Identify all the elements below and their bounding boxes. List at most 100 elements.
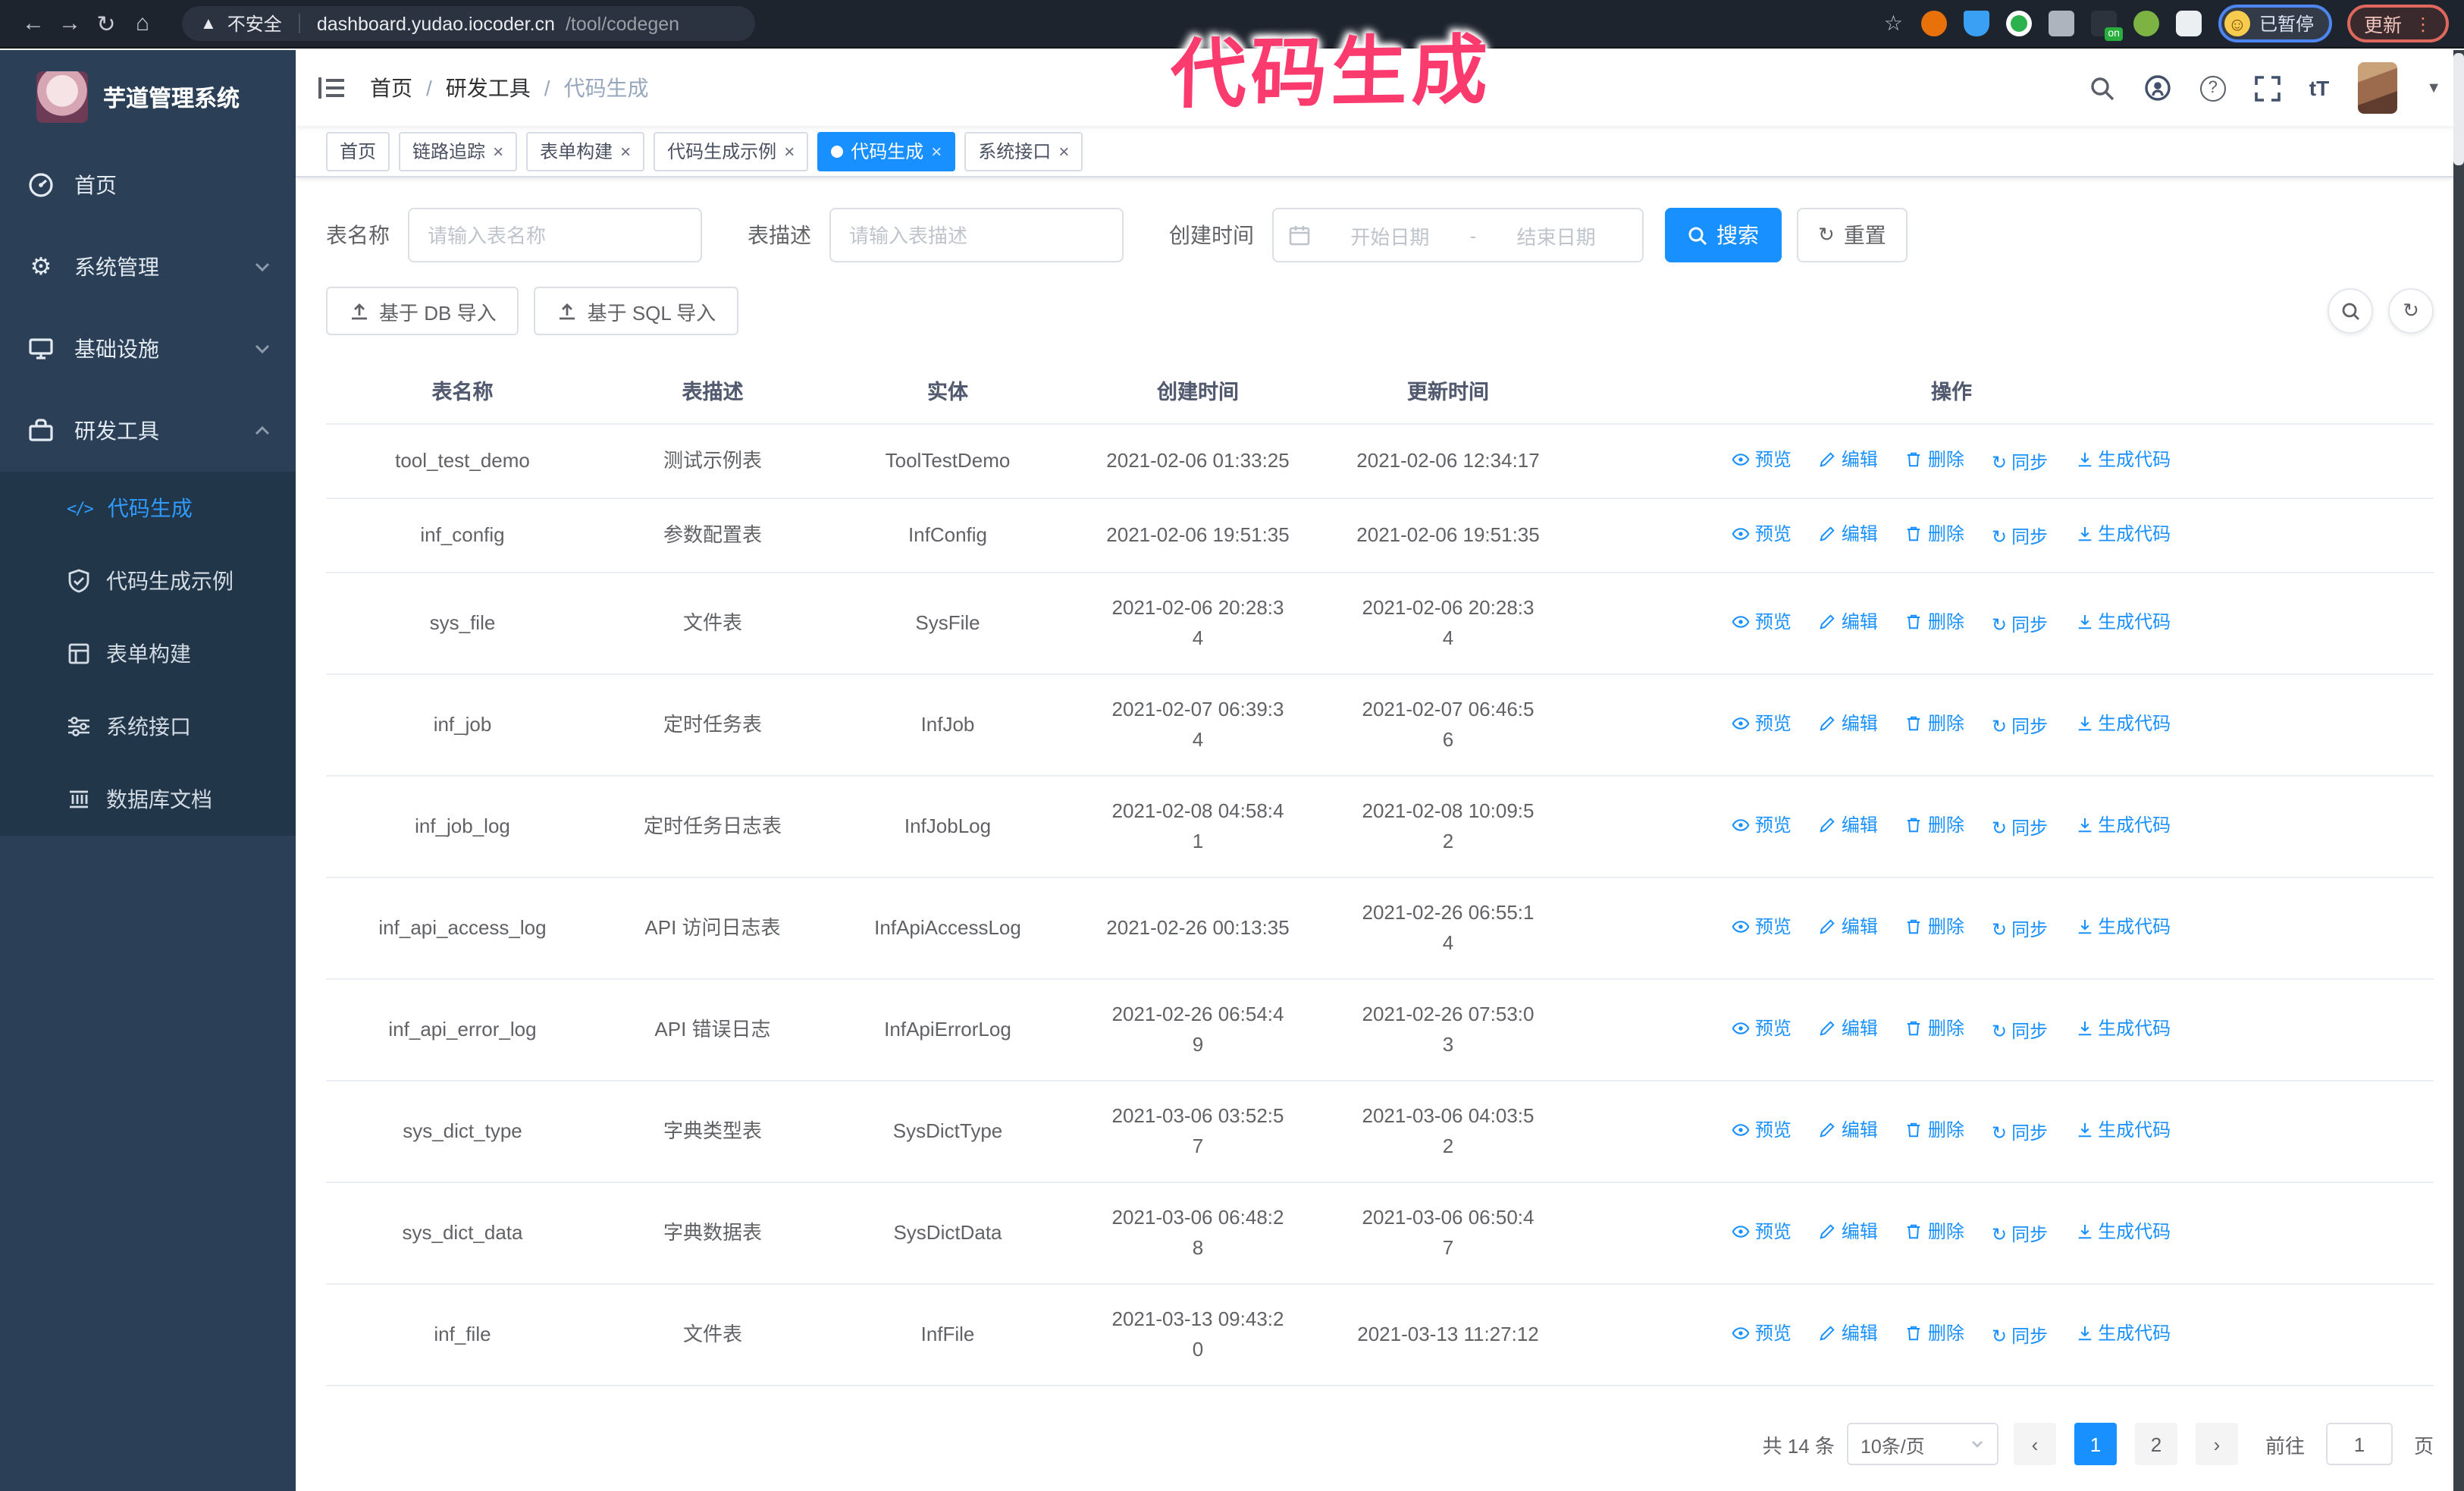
preview-link[interactable]: 预览 (1732, 708, 1792, 739)
sync-link[interactable]: ↻ 同步 (1992, 711, 2048, 742)
sidebar-item-code-generation[interactable]: </> 代码生成 (0, 472, 296, 545)
generate-code-link[interactable]: 生成代码 (2075, 1216, 2171, 1247)
sync-link[interactable]: ↻ 同步 (1992, 447, 2048, 478)
toggle-search-button[interactable] (2328, 288, 2373, 334)
sync-link[interactable]: ↻ 同步 (1992, 1118, 2048, 1148)
prev-page-button[interactable]: ‹ (2013, 1423, 2056, 1465)
preview-link[interactable]: 预览 (1732, 912, 1792, 942)
user-avatar[interactable] (2358, 62, 2398, 114)
delete-link[interactable]: 删除 (1905, 519, 1964, 549)
app-logo[interactable]: 芋道管理系统 (0, 50, 296, 144)
browser-menu-icon[interactable]: ⋮ (2414, 13, 2432, 34)
page-button-2[interactable]: 2 (2134, 1423, 2177, 1465)
tab-tracing[interactable]: 链路追踪 × (399, 131, 518, 171)
generate-code-link[interactable]: 生成代码 (2075, 444, 2171, 475)
sync-link[interactable]: ↻ 同步 (1992, 813, 2048, 843)
delete-link[interactable]: 删除 (1905, 708, 1964, 739)
sidebar-item-home[interactable]: 首页 (0, 144, 296, 226)
edit-link[interactable]: 编辑 (1819, 1318, 1878, 1348)
edit-link[interactable]: 编辑 (1819, 810, 1878, 840)
close-icon[interactable]: × (931, 142, 942, 160)
browser-update-button[interactable]: 更新 ⋮ (2346, 5, 2449, 42)
edit-link[interactable]: 编辑 (1819, 1216, 1878, 1247)
page-size-select[interactable]: 10条/页 (1846, 1423, 1998, 1465)
refresh-table-button[interactable]: ↻ (2388, 288, 2434, 334)
browser-reload-icon[interactable]: ↻ (88, 10, 124, 37)
edit-link[interactable]: 编辑 (1819, 912, 1878, 942)
preview-link[interactable]: 预览 (1732, 810, 1792, 840)
bookmark-star-icon[interactable]: ☆ (1884, 11, 1903, 36)
tab-system-api[interactable]: 系统接口 × (964, 131, 1083, 171)
search-icon[interactable] (2089, 75, 2115, 101)
delete-link[interactable]: 删除 (1905, 444, 1964, 475)
extensions-puzzle-icon[interactable] (2175, 11, 2202, 36)
sidebar-item-system-management[interactable]: ⚙ 系统管理 (0, 226, 296, 308)
sidebar-item-infrastructure[interactable]: 基础设施 (0, 308, 296, 390)
edit-link[interactable]: 编辑 (1819, 1115, 1878, 1145)
preview-link[interactable]: 预览 (1732, 1318, 1792, 1348)
preview-link[interactable]: 预览 (1732, 1115, 1792, 1145)
sidebar-item-dev-tools[interactable]: 研发工具 (0, 390, 296, 472)
browser-home-icon[interactable]: ⌂ (124, 11, 161, 36)
generate-code-link[interactable]: 生成代码 (2075, 912, 2171, 942)
tab-code-generation[interactable]: 代码生成 × (817, 131, 956, 171)
sidebar-item-code-generation-example[interactable]: 代码生成示例 (0, 545, 296, 617)
close-icon[interactable]: × (784, 142, 795, 160)
sync-link[interactable]: ↻ 同步 (1992, 610, 2048, 640)
next-page-button[interactable]: › (2195, 1423, 2238, 1465)
import-db-button[interactable]: 基于 DB 导入 (326, 287, 519, 335)
close-icon[interactable]: × (1058, 142, 1069, 160)
generate-code-link[interactable]: 生成代码 (2075, 519, 2171, 549)
edit-link[interactable]: 编辑 (1819, 1013, 1878, 1044)
github-icon[interactable] (2144, 74, 2171, 102)
delete-link[interactable]: 删除 (1905, 912, 1964, 942)
sidebar-item-form-builder[interactable]: 表单构建 (0, 617, 296, 690)
sync-link[interactable]: ↻ 同步 (1992, 1321, 2048, 1351)
tab-home[interactable]: 首页 (326, 131, 390, 171)
extension-icon-grid[interactable] (2048, 11, 2074, 36)
help-icon[interactable]: ? (2199, 75, 2226, 101)
delete-link[interactable]: 删除 (1905, 810, 1964, 840)
font-size-icon[interactable]: tT (2309, 76, 2329, 100)
generate-code-link[interactable]: 生成代码 (2075, 1318, 2171, 1348)
preview-link[interactable]: 预览 (1732, 1013, 1792, 1044)
preview-link[interactable]: 预览 (1732, 444, 1792, 475)
sync-link[interactable]: ↻ 同步 (1992, 915, 2048, 945)
browser-forward-icon[interactable]: → (52, 11, 88, 36)
fullscreen-icon[interactable] (2254, 75, 2281, 101)
search-button[interactable]: 搜索 (1665, 208, 1782, 262)
table-desc-input[interactable] (829, 208, 1124, 262)
delete-link[interactable]: 删除 (1905, 1318, 1964, 1348)
browser-profile-button[interactable]: ☺ 已暂停 (2218, 5, 2332, 42)
delete-link[interactable]: 删除 (1905, 1115, 1964, 1145)
edit-link[interactable]: 编辑 (1819, 444, 1878, 475)
sync-link[interactable]: ↻ 同步 (1992, 522, 2048, 552)
extension-icon-orange[interactable] (1920, 11, 1947, 36)
reset-button[interactable]: ↻ 重置 (1797, 208, 1908, 262)
sync-link[interactable]: ↻ 同步 (1992, 1016, 2048, 1047)
extension-icon-green-check[interactable] (2005, 11, 2032, 36)
delete-link[interactable]: 删除 (1905, 1216, 1964, 1247)
generate-code-link[interactable]: 生成代码 (2075, 708, 2171, 739)
close-icon[interactable]: × (493, 142, 503, 160)
sidebar-item-database-docs[interactable]: 数据库文档 (0, 763, 296, 836)
sync-link[interactable]: ↻ 同步 (1992, 1219, 2048, 1250)
scrollbar[interactable] (2453, 50, 2464, 1491)
user-menu-caret-icon[interactable]: ▼ (2426, 80, 2441, 96)
breadcrumb-dev-tools[interactable]: 研发工具 (446, 73, 531, 103)
delete-link[interactable]: 删除 (1905, 607, 1964, 637)
generate-code-link[interactable]: 生成代码 (2075, 1115, 2171, 1145)
breadcrumb-home[interactable]: 首页 (370, 73, 412, 103)
extension-icon-blue-gem[interactable] (1963, 11, 1989, 36)
tab-form-builder[interactable]: 表单构建 × (526, 131, 645, 171)
browser-back-icon[interactable]: ← (15, 11, 52, 36)
close-icon[interactable]: × (620, 142, 631, 160)
goto-page-input[interactable] (2325, 1423, 2393, 1465)
preview-link[interactable]: 预览 (1732, 519, 1792, 549)
scrollbar-thumb[interactable] (2453, 53, 2464, 165)
date-range-picker[interactable]: 开始日期 - 结束日期 (1272, 208, 1644, 262)
tab-codegen-example[interactable]: 代码生成示例 × (654, 131, 809, 171)
edit-link[interactable]: 编辑 (1819, 708, 1878, 739)
delete-link[interactable]: 删除 (1905, 1013, 1964, 1044)
sidebar-item-system-api[interactable]: 系统接口 (0, 690, 296, 763)
